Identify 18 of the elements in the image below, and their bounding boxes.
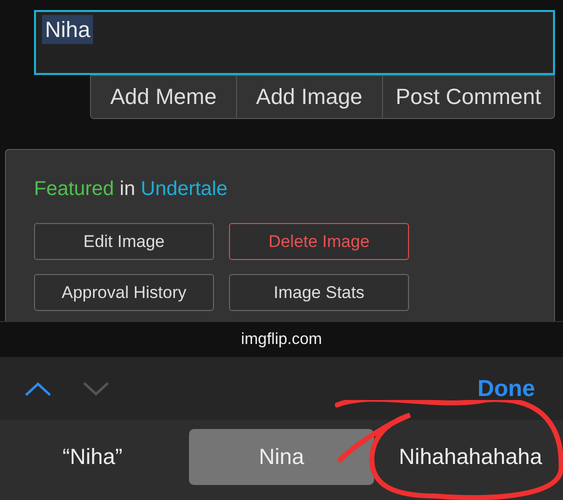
featured-line: Featured in Undertale [34,178,228,201]
previous-field-button[interactable] [24,380,52,396]
next-field-button[interactable] [82,380,110,396]
image-action-button[interactable]: Edit Image [34,223,214,260]
comment-action-button[interactable]: Add Image [236,75,383,119]
comment-field[interactable]: Niha [34,10,555,75]
image-action-button[interactable]: Delete Image [229,223,409,260]
suggestion-item[interactable]: Nina [189,429,374,485]
comment-action-button[interactable]: Post Comment [382,75,555,119]
suggestion-item[interactable]: “Niha” [0,429,185,485]
stream-link[interactable]: Undertale [140,178,228,200]
image-action-button[interactable]: Image Stats [229,274,409,311]
image-action-button[interactable]: Approval History [34,274,214,311]
done-button[interactable]: Done [472,374,541,403]
suggestion-item[interactable]: Nihahahahaha [378,429,563,485]
comment-action-button[interactable]: Add Meme [90,75,237,119]
address-url[interactable]: imgflip.com [241,330,322,348]
comment-text: Niha [42,15,94,44]
